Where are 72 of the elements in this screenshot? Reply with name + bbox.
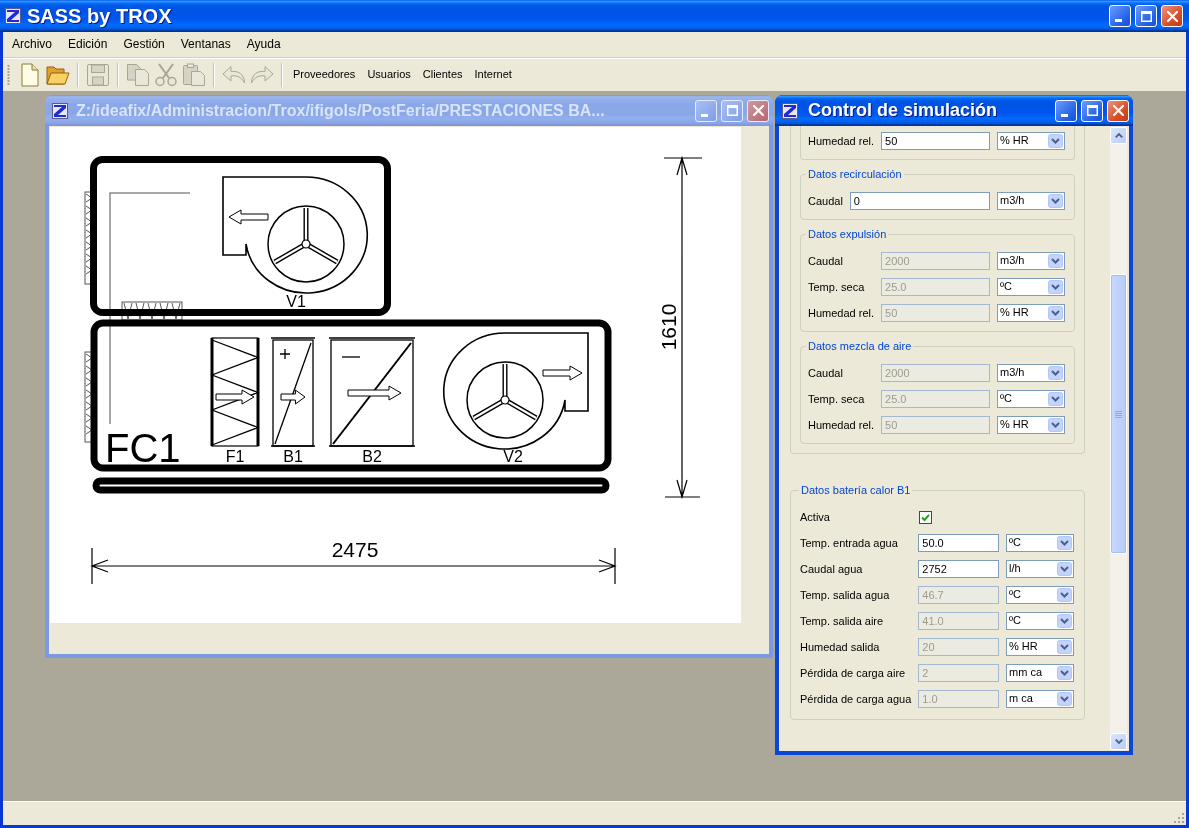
menu-item[interactable]: Ayuda xyxy=(238,34,289,55)
chevron-up-icon xyxy=(1114,133,1123,138)
field-label: Caudal agua xyxy=(800,562,864,576)
value-field[interactable]: 50 xyxy=(881,132,990,150)
group-title: Datos recirculación xyxy=(807,167,903,181)
scrollbar-thumb[interactable] xyxy=(1110,274,1127,554)
window-title: SASS by TROX xyxy=(27,4,172,28)
unit-dropdown[interactable]: l/h xyxy=(1006,560,1074,578)
close-icon xyxy=(1166,10,1178,22)
close-button[interactable] xyxy=(747,99,769,122)
menu-item[interactable]: Edición xyxy=(60,34,116,55)
field-label: Temp. seca xyxy=(808,392,866,406)
menu-item[interactable]: Archivo xyxy=(4,34,60,55)
close-icon xyxy=(1112,105,1124,116)
field-label: Humedad rel. xyxy=(808,306,875,320)
component-label: V1 xyxy=(286,293,306,310)
minimize-icon xyxy=(1061,113,1068,117)
field-label: Temp. salida aire xyxy=(800,614,885,628)
chevron-down-icon xyxy=(1114,739,1123,744)
minimize-button[interactable] xyxy=(695,99,717,122)
grip-icon xyxy=(1115,410,1122,418)
minimize-icon xyxy=(701,113,708,117)
field-label: Humedad salida xyxy=(800,640,881,654)
maximize-icon xyxy=(1086,105,1098,116)
value-field[interactable]: 50.0 xyxy=(918,534,999,552)
field-label: Caudal xyxy=(808,254,844,268)
field-label: Caudal xyxy=(808,194,843,208)
group-title: Datos expulsión xyxy=(807,227,888,241)
app-logo-icon xyxy=(782,102,798,119)
toolbar-link[interactable]: Proveedores xyxy=(288,65,361,84)
minimize-icon xyxy=(1115,19,1122,22)
scroll-down-button[interactable] xyxy=(1110,733,1127,750)
field-label: Pérdida de carga agua xyxy=(800,692,912,706)
window-title: Z:/ideafix/Administracion/Trox/ifigols/PostFeria/PRESTACIONES BA... xyxy=(76,100,605,121)
toolbar-link[interactable]: Usuarios xyxy=(362,65,416,84)
unit-dropdown[interactable]: m3/h xyxy=(997,192,1065,210)
field-label: Activa xyxy=(800,510,831,524)
close-icon xyxy=(752,105,764,116)
scroll-up-button[interactable] xyxy=(1110,127,1127,144)
component-label: B2 xyxy=(362,448,382,465)
value-field[interactable]: 0 xyxy=(849,192,990,210)
toolbar-link[interactable]: Internet xyxy=(469,65,517,84)
toolbar-link[interactable]: Clientes xyxy=(417,65,468,84)
dimension-label: 1610 xyxy=(657,303,680,351)
menu-item[interactable]: Ventanas xyxy=(172,34,239,55)
component-label: F1 xyxy=(225,448,245,465)
unit-dropdown[interactable]: ºC xyxy=(1006,534,1074,552)
resize-grip-icon[interactable] xyxy=(1172,811,1184,823)
maximize-button[interactable] xyxy=(721,99,743,122)
value-field[interactable]: 2752 xyxy=(918,560,999,578)
window-title: Control de simulación xyxy=(808,99,998,122)
unit-dropdown[interactable]: % HR xyxy=(997,132,1065,150)
field-label: Humedad rel. xyxy=(808,134,875,148)
unit-label: FC1 xyxy=(105,426,181,470)
component-label: V2 xyxy=(503,448,523,465)
field-label: Caudal xyxy=(808,366,844,380)
component-label: B1 xyxy=(283,448,303,465)
field-label: Temp. entrada agua xyxy=(800,536,899,550)
dimension-label: 2475 xyxy=(331,538,379,561)
group-title: Datos mezcla de aire xyxy=(807,339,913,353)
maximize-icon xyxy=(1140,10,1152,22)
app-logo-icon xyxy=(52,102,68,119)
menu-item[interactable]: Gestión xyxy=(115,34,173,55)
app-logo-icon xyxy=(5,8,21,24)
field-label: Humedad rel. xyxy=(808,418,875,432)
group-title: Datos batería calor B1 xyxy=(800,483,912,497)
field-label: Temp. seca xyxy=(808,280,866,294)
maximize-icon xyxy=(726,105,738,116)
field-label: Temp. salida agua xyxy=(800,588,891,602)
checkbox[interactable] xyxy=(919,510,933,524)
toolbar-grip-icon[interactable] xyxy=(7,63,10,86)
field-label: Pérdida de carga aire xyxy=(800,666,907,680)
